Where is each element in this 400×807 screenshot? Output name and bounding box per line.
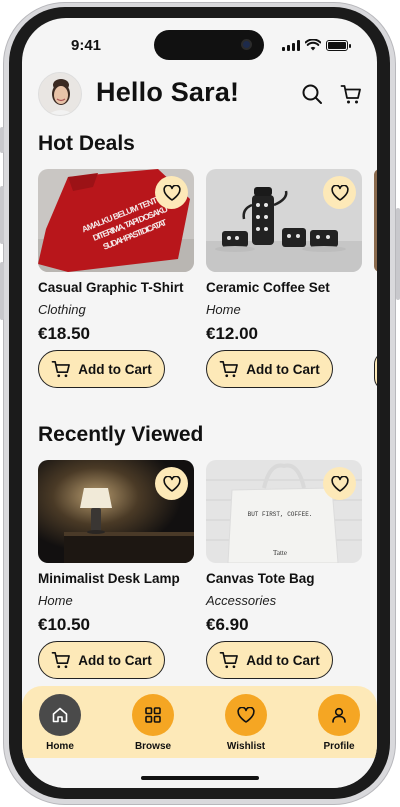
cart-icon xyxy=(219,651,239,669)
product-card-peek[interactable] xyxy=(374,169,377,272)
dynamic-island xyxy=(154,30,264,60)
grid-icon xyxy=(145,707,161,723)
product-card-desk-lamp[interactable]: Minimalist Desk Lamp Home €10.50 Add to … xyxy=(38,460,194,679)
add-to-cart-label: Add to Cart xyxy=(246,361,320,377)
screen-bottom-area xyxy=(22,758,377,788)
product-category: Home xyxy=(206,302,241,317)
heart-icon xyxy=(330,475,349,492)
product-name: Ceramic Coffee Set xyxy=(206,280,330,295)
product-card-coffee-set[interactable]: Ceramic Coffee Set Home €12.00 Add to Ca… xyxy=(206,169,362,388)
section-title-hot-deals: Hot Deals xyxy=(38,132,135,155)
product-card-tote-bag[interactable]: BUT FIRST, COFFEE. Tatte Canvas Tote Bag… xyxy=(206,460,362,679)
product-price: €10.50 xyxy=(38,615,90,634)
home-indicator[interactable] xyxy=(141,776,259,780)
product-image[interactable]: BUT FIRST, COFFEE. Tatte xyxy=(206,460,362,563)
heart-icon xyxy=(162,475,181,492)
wishlist-button[interactable] xyxy=(323,467,356,500)
status-icons xyxy=(282,39,351,51)
cellular-signal-icon xyxy=(282,39,300,51)
bag-brand-text: Tatte xyxy=(273,549,287,557)
page-title: Hello Sara! xyxy=(96,77,240,107)
nav-label: Home xyxy=(46,741,74,752)
nav-item-home[interactable]: Home xyxy=(30,694,90,752)
cart-icon xyxy=(51,651,71,669)
power-button xyxy=(396,208,400,300)
add-to-cart-button-peek[interactable] xyxy=(374,352,377,390)
cart-icon xyxy=(219,360,239,378)
product-category: Home xyxy=(38,593,73,608)
heart-icon xyxy=(330,184,349,201)
bottom-nav: Home Browse Wishlist Profile xyxy=(22,686,377,758)
nav-profile-button[interactable] xyxy=(318,694,360,736)
wishlist-button[interactable] xyxy=(155,176,188,209)
camera-icon xyxy=(241,39,252,50)
avatar-photo xyxy=(39,73,81,115)
heart-icon xyxy=(162,184,181,201)
user-icon xyxy=(332,707,346,723)
nav-label: Browse xyxy=(134,741,172,752)
home-icon xyxy=(52,707,68,723)
nav-item-browse[interactable]: Browse xyxy=(123,694,183,752)
nav-item-profile[interactable]: Profile xyxy=(309,694,369,752)
nav-wishlist-button[interactable] xyxy=(225,694,267,736)
heart-icon xyxy=(237,707,255,723)
nav-browse-button[interactable] xyxy=(132,694,174,736)
volume-down-button xyxy=(0,262,4,320)
section-title-recently-viewed: Recently Viewed xyxy=(38,423,204,446)
product-image[interactable] xyxy=(206,169,362,272)
product-name: Casual Graphic T-Shirt xyxy=(38,280,184,295)
nav-label: Wishlist xyxy=(226,741,266,752)
product-category: Accessories xyxy=(206,593,277,608)
battery-icon xyxy=(326,39,351,51)
product-category: Clothing xyxy=(38,302,86,317)
product-image[interactable]: AMALKU BELUM TENTU DITERIMA, TAPI DOSAKU… xyxy=(38,169,194,272)
add-to-cart-button[interactable]: Add to Cart xyxy=(38,641,165,679)
add-to-cart-button[interactable]: Add to Cart xyxy=(38,350,165,388)
product-price: €6.90 xyxy=(206,615,249,634)
screen: 9:41 Hello Sara! Hot Deals AMALKU BELUM … xyxy=(22,18,377,788)
product-name: Canvas Tote Bag xyxy=(206,571,315,586)
add-to-cart-label: Add to Cart xyxy=(246,652,320,668)
nav-home-button[interactable] xyxy=(39,694,81,736)
product-price: €12.00 xyxy=(206,324,258,343)
product-card-tshirt[interactable]: AMALKU BELUM TENTU DITERIMA, TAPI DOSAKU… xyxy=(38,169,194,388)
cart-icon[interactable] xyxy=(340,83,362,105)
wishlist-button[interactable] xyxy=(323,176,356,209)
add-to-cart-button[interactable]: Add to Cart xyxy=(206,350,333,388)
bag-print-text: BUT FIRST, COFFEE. xyxy=(248,511,313,518)
nav-label: Profile xyxy=(323,741,355,752)
wishlist-button[interactable] xyxy=(155,467,188,500)
add-to-cart-label: Add to Cart xyxy=(78,652,152,668)
status-time: 9:41 xyxy=(71,37,102,54)
cart-icon xyxy=(51,360,71,378)
add-to-cart-button[interactable]: Add to Cart xyxy=(206,641,333,679)
wifi-icon xyxy=(305,39,321,51)
avatar[interactable] xyxy=(38,72,82,116)
mute-switch xyxy=(0,127,4,153)
search-icon[interactable] xyxy=(301,83,323,105)
add-to-cart-label: Add to Cart xyxy=(78,361,152,377)
product-image[interactable] xyxy=(38,460,194,563)
nav-item-wishlist[interactable]: Wishlist xyxy=(216,694,276,752)
product-price: €18.50 xyxy=(38,324,90,343)
product-name: Minimalist Desk Lamp xyxy=(38,571,180,586)
volume-up-button xyxy=(0,186,4,244)
